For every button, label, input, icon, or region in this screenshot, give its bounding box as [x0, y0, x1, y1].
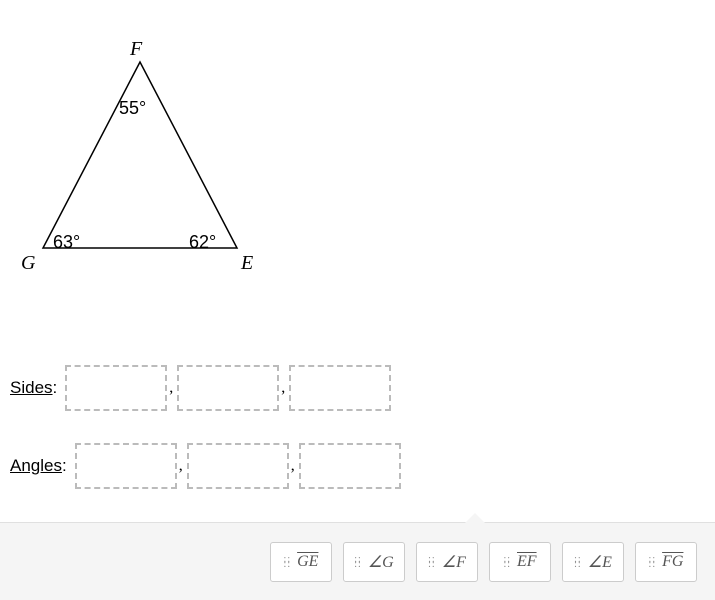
- colon: :: [53, 378, 58, 398]
- triangle-shape: [25, 50, 255, 260]
- comma: ,: [179, 457, 183, 475]
- drag-handle-icon: [649, 557, 657, 567]
- drag-handle-icon: [428, 557, 436, 567]
- sides-label: Sides: [10, 378, 53, 398]
- drag-handle-icon: [354, 557, 362, 567]
- side-drop-1[interactable]: [65, 365, 167, 411]
- angle-drop-3[interactable]: [299, 443, 401, 489]
- vertex-label-f: F: [130, 38, 142, 61]
- tile-ge[interactable]: GE: [270, 542, 332, 582]
- angle-label-g: 63°: [53, 232, 80, 253]
- angle-drop-2[interactable]: [187, 443, 289, 489]
- side-drop-2[interactable]: [177, 365, 279, 411]
- tile-fg[interactable]: FG: [635, 542, 697, 582]
- tile-content: EF: [517, 553, 537, 571]
- tile-content: GE: [297, 553, 318, 571]
- answer-bank: GE ∠G ∠F EF ∠E FG: [0, 522, 715, 600]
- angles-label: Angles: [10, 456, 62, 476]
- sides-row: Sides : , ,: [10, 365, 715, 411]
- angle-label-e: 62°: [189, 232, 216, 253]
- bank-pointer: [465, 513, 485, 523]
- tile-angle-g[interactable]: ∠G: [343, 542, 405, 582]
- drag-handle-icon: [574, 557, 582, 567]
- vertex-label-g: G: [21, 252, 35, 275]
- tile-angle-f[interactable]: ∠F: [416, 542, 478, 582]
- tile-content: ∠E: [588, 552, 612, 572]
- angle-label-f: 55°: [119, 98, 146, 119]
- angle-drop-1[interactable]: [75, 443, 177, 489]
- triangle-figure: F G E 55° 63° 62°: [15, 20, 295, 300]
- tile-content: FG: [662, 553, 683, 571]
- tile-ef[interactable]: EF: [489, 542, 551, 582]
- tile-content: ∠G: [368, 552, 394, 572]
- tile-content: ∠F: [442, 552, 466, 572]
- answer-area: Sides : , , Angles : , ,: [10, 365, 715, 489]
- drag-handle-icon: [503, 557, 511, 567]
- comma: ,: [291, 457, 295, 475]
- comma: ,: [169, 379, 173, 397]
- drag-handle-icon: [284, 557, 292, 567]
- comma: ,: [281, 379, 285, 397]
- tile-angle-e[interactable]: ∠E: [562, 542, 624, 582]
- vertex-label-e: E: [241, 252, 253, 275]
- side-drop-3[interactable]: [289, 365, 391, 411]
- colon: :: [62, 456, 67, 476]
- angles-row: Angles : , ,: [10, 443, 715, 489]
